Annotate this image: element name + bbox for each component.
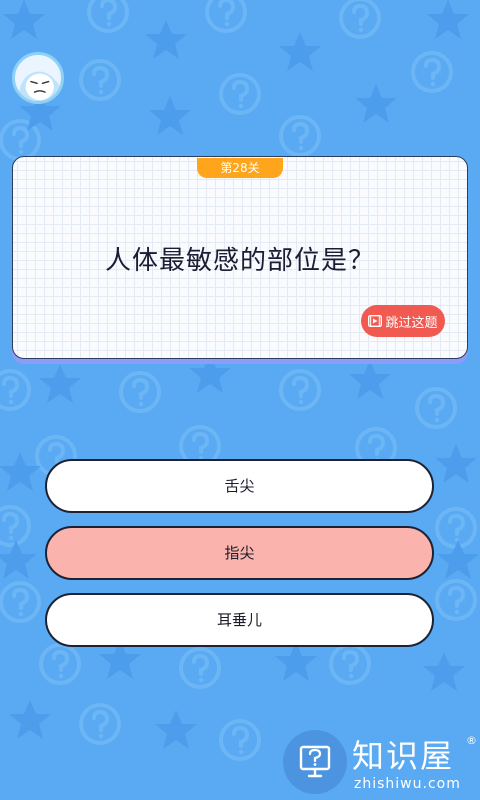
answer-option-1[interactable]: 舌尖 (45, 459, 434, 513)
question-text: 人体最敏感的部位是？ (104, 246, 375, 276)
skip-label: 跳过这题 (385, 315, 438, 331)
skip-question-button[interactable]: 跳过这题 (361, 305, 445, 337)
watermark-title: 知识屋 (352, 737, 455, 775)
watermark-registered-mark: ® (466, 734, 477, 747)
sleepy-face-icon (18, 71, 61, 101)
monitor-question-icon (299, 745, 331, 778)
level-tag: 第28关 (197, 158, 283, 178)
background-pattern (0, 0, 479, 761)
watermark-url: zhishiwu.com (354, 776, 461, 792)
video-icon (368, 315, 383, 327)
answer-option-3[interactable]: 耳垂儿 (45, 593, 434, 647)
player-avatar[interactable] (12, 52, 64, 104)
answer-option-2[interactable]: 指尖 (45, 526, 434, 580)
watermark-logo (283, 730, 347, 794)
